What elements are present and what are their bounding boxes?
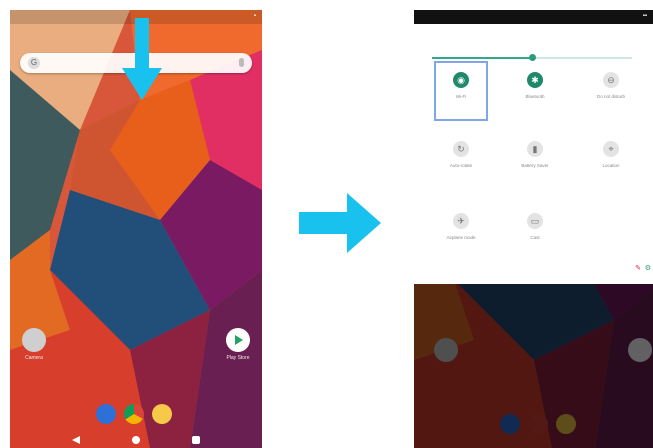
brightness-slider[interactable]: [432, 54, 632, 61]
mic-icon[interactable]: [239, 58, 244, 67]
status-bar: ▪▪: [414, 10, 653, 24]
app-label: Play Store: [226, 355, 250, 361]
brightness-fill: [432, 57, 532, 59]
qs-tile-airplane[interactable]: ✈ Airplane mode: [436, 204, 486, 260]
camera-app-icon: [22, 328, 46, 352]
home-icon[interactable]: [132, 436, 140, 444]
tile-label: Do not disturb: [596, 94, 625, 99]
google-icon: G: [28, 57, 40, 69]
dock: [94, 402, 184, 430]
dimmed-home-screen: [414, 284, 653, 448]
wifi-icon: ◉: [453, 72, 469, 88]
edit-icon[interactable]: ✎: [635, 264, 641, 272]
location-icon: ⌖: [603, 141, 619, 157]
dnd-icon: ⊖: [603, 72, 619, 88]
app-camera[interactable]: Camera: [12, 328, 56, 361]
tile-label: Auto-rotate: [449, 163, 473, 168]
qs-tile-wifi[interactable]: ◉ Wi-Fi: [434, 61, 488, 121]
play-store-icon: [226, 328, 250, 352]
tile-label: Cast: [530, 235, 540, 240]
settings-gear-icon[interactable]: ⚙: [645, 264, 651, 272]
back-icon[interactable]: [72, 436, 80, 444]
app-label: Camera: [25, 355, 43, 361]
rotate-icon: ↻: [453, 141, 469, 157]
recents-icon[interactable]: [192, 436, 200, 444]
qs-tile-bluetooth[interactable]: ✱ Bluetooth: [510, 63, 560, 119]
bluetooth-icon: ✱: [527, 72, 543, 88]
qs-tile-cast[interactable]: ▭ Cast: [510, 204, 560, 260]
brightness-thumb[interactable]: [529, 54, 536, 61]
cast-icon: ▭: [527, 213, 543, 229]
qs-tile-dnd[interactable]: ⊖ Do not disturb: [586, 63, 636, 119]
messages-icon[interactable]: [96, 404, 116, 424]
quick-settings-screen: ▪▪ ◉ Wi-Fi ✱ Bluetooth ⊖ Do not disturb ↻ Auto-…: [414, 10, 653, 448]
tile-label: Location: [602, 163, 620, 168]
photos-icon[interactable]: [152, 404, 172, 424]
airplane-icon: ✈: [453, 213, 469, 229]
nav-bar: [10, 428, 262, 448]
tile-label: Airplane mode: [446, 235, 476, 240]
status-icons: ▪▪: [642, 13, 647, 19]
home-screen: ▪ G Camera Play Store: [10, 10, 262, 448]
quick-settings-panel: ◉ Wi-Fi ✱ Bluetooth ⊖ Do not disturb ↻ Auto-rot…: [414, 24, 653, 284]
app-play-store[interactable]: Play Store: [216, 328, 260, 361]
qs-tile-rotate[interactable]: ↻ Auto-rotate: [436, 132, 486, 188]
scrim: [414, 284, 653, 448]
qs-tile-battery[interactable]: ▮ Battery Saver: [510, 132, 560, 188]
tile-label: Wi-Fi: [455, 94, 467, 99]
tile-label: Battery Saver: [521, 163, 549, 168]
battery-icon: ▮: [527, 141, 543, 157]
qs-tile-location[interactable]: ⌖ Location: [586, 132, 636, 188]
swipe-down-arrow: [122, 18, 162, 100]
status-icons: ▪: [253, 13, 256, 19]
tile-label: Bluetooth: [525, 94, 545, 99]
transition-arrow: [299, 193, 381, 253]
chrome-icon[interactable]: [124, 404, 144, 424]
